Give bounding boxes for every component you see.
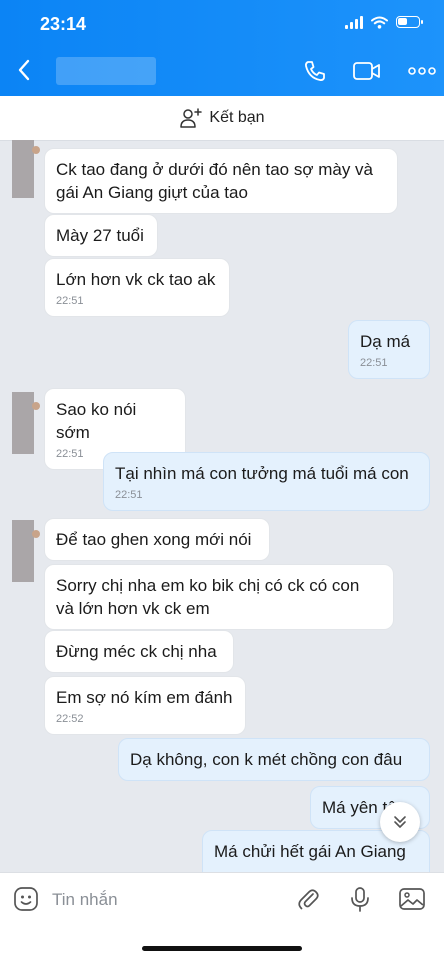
message-time: 22:51 <box>115 489 143 501</box>
message-incoming[interactable]: Sorry chị nha em ko bik chị có ck có con… <box>44 564 394 630</box>
message-incoming[interactable]: Ck tao đang ở dưới đó nên tao sợ mày và … <box>44 148 398 214</box>
message-text: Sao ko nói sớm <box>56 400 137 442</box>
message-input[interactable] <box>50 885 274 915</box>
status-time: 23:14 <box>40 14 87 34</box>
double-chevron-down-icon <box>394 816 406 828</box>
message-outgoing[interactable]: Dạ không, con k mét chồng con đâu <box>118 738 430 781</box>
contact-name-redacted <box>56 57 156 85</box>
message-text: Để tao ghen xong mới nói <box>56 530 252 549</box>
message-text: Sorry chị nha em ko bik chị có ck có con… <box>56 576 360 618</box>
message-incoming[interactable]: Để tao ghen xong mới nói <box>44 518 270 561</box>
message-text: Mày 27 tuổi <box>56 226 144 245</box>
add-friend-button[interactable]: Kết bạn <box>0 96 444 141</box>
wifi-icon <box>371 16 388 29</box>
avatar <box>12 392 40 454</box>
add-friend-icon <box>180 108 203 128</box>
video-call-button[interactable] <box>352 56 382 86</box>
message-text: Má chửi hết gái An Giang <box>214 842 406 861</box>
message-incoming[interactable]: Em sợ nó kím em đánh 22:52 <box>44 676 246 735</box>
message-incoming[interactable]: Mày 27 tuổi <box>44 214 158 257</box>
message-text: Dạ má <box>360 332 411 351</box>
signal-icon <box>345 15 363 29</box>
call-button[interactable] <box>300 56 330 86</box>
microphone-icon[interactable] <box>346 885 374 913</box>
image-icon[interactable] <box>398 885 426 913</box>
message-text: Lớn hơn vk ck tao ak <box>56 270 216 289</box>
chat-header: 23:14 <box>0 0 444 96</box>
avatar <box>12 520 40 582</box>
video-camera-icon <box>353 62 380 80</box>
more-options-button[interactable] <box>406 56 438 86</box>
message-outgoing[interactable]: Tại nhìn má con tưởng má tuổi má con 22:… <box>103 452 430 511</box>
back-button[interactable] <box>14 56 38 84</box>
more-horizontal-icon <box>408 67 436 75</box>
sticker-emoji-icon[interactable] <box>12 885 40 913</box>
message-text: Tại nhìn má con tưởng má tuổi má con <box>115 464 409 483</box>
message-list[interactable]: Ck tao đang ở dưới đó nên tao sợ mày và … <box>0 140 444 872</box>
scroll-to-bottom-button[interactable] <box>380 802 420 842</box>
message-outgoing[interactable]: Dạ má 22:51 <box>348 320 430 379</box>
avatar <box>12 140 40 198</box>
message-text: Dạ không, con k mét chồng con đâu <box>130 750 403 769</box>
message-text: Em sợ nó kím em đánh <box>56 688 233 707</box>
message-time: 22:51 <box>360 357 388 369</box>
battery-icon <box>396 16 423 28</box>
chevron-left-icon <box>18 59 30 81</box>
status-icons <box>345 15 423 29</box>
home-indicator <box>142 946 302 951</box>
message-incoming[interactable]: Đừng méc ck chị nha <box>44 630 234 673</box>
add-friend-label: Kết bạn <box>209 109 265 126</box>
message-time: 22:51 <box>56 295 84 307</box>
message-text: Ck tao đang ở dưới đó nên tao sợ mày và … <box>56 160 373 202</box>
message-text: Đừng méc ck chị nha <box>56 642 217 661</box>
phone-icon <box>305 61 325 81</box>
message-incoming[interactable]: Lớn hơn vk ck tao ak 22:51 <box>44 258 230 317</box>
paperclip-icon[interactable] <box>294 885 322 913</box>
message-time: 22:52 <box>56 713 84 725</box>
